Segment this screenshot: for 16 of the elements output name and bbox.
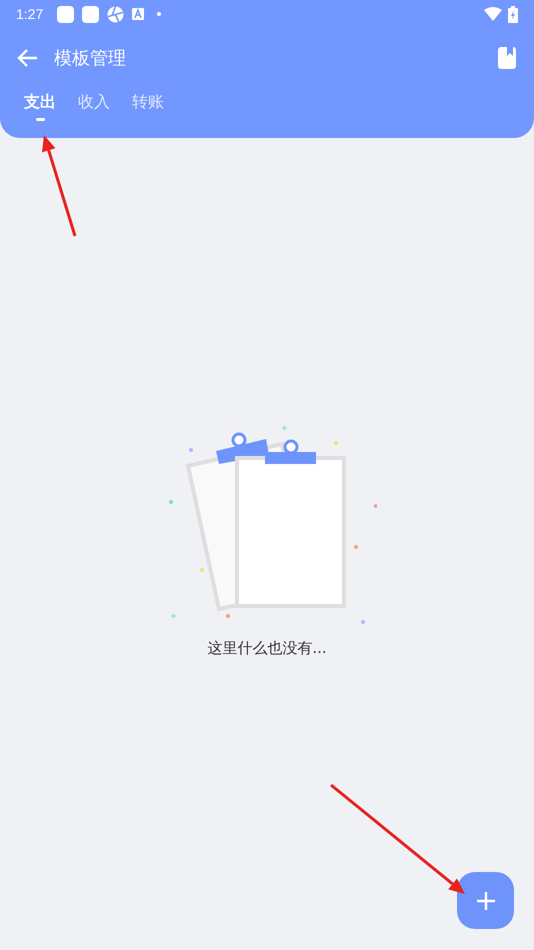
tab[interactable]: 收入	[78, 90, 110, 121]
battery-icon	[508, 6, 518, 22]
tab[interactable]: 转账	[132, 90, 164, 121]
notification-icon	[57, 6, 74, 22]
page-title: 模板管理	[54, 46, 126, 70]
status-time: 1:27	[16, 4, 44, 24]
tab[interactable]: 支出	[24, 90, 56, 121]
wifi-icon	[484, 7, 502, 21]
book-icon	[498, 47, 516, 69]
keyboard-icon	[132, 8, 144, 20]
add-button[interactable]	[457, 872, 514, 929]
empty-message: 这里什么也没有...	[207, 638, 327, 659]
aperture-icon	[107, 6, 124, 22]
plus-icon	[476, 890, 496, 910]
notification-icon	[82, 6, 100, 22]
book-button[interactable]	[498, 47, 516, 69]
